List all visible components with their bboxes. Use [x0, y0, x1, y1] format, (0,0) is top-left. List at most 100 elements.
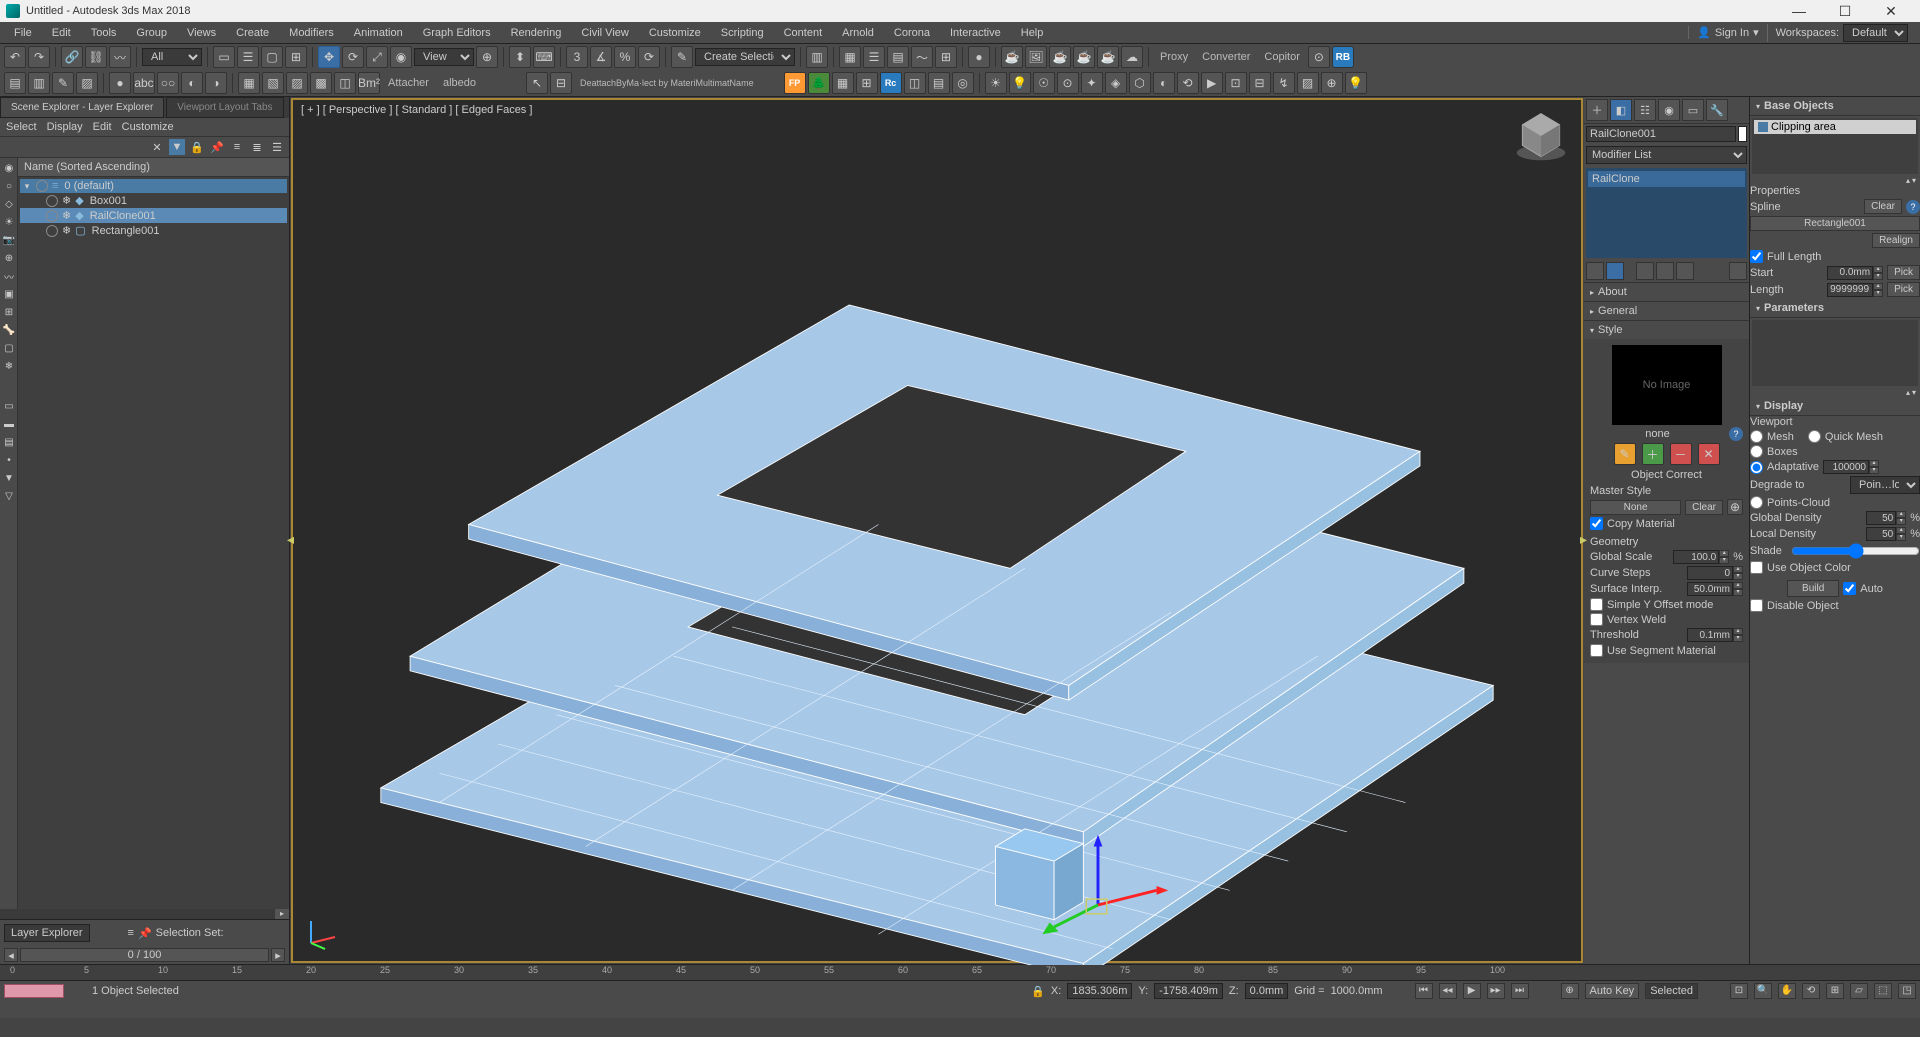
select-by-name-button[interactable]: ☰	[237, 46, 259, 68]
filter-all-icon[interactable]: ◉	[1, 160, 17, 176]
freeze-icon[interactable]: ❄	[62, 209, 71, 222]
script-tool-7[interactable]: ○○	[157, 72, 179, 94]
visibility-icon[interactable]	[36, 180, 48, 192]
light-tool-4[interactable]: ⊙	[1057, 72, 1079, 94]
visibility-icon[interactable]	[46, 225, 58, 237]
se-layer-icon-3[interactable]: ☰	[269, 139, 285, 155]
timeline-ruler[interactable]: 0510152025303540455055606570758085909510…	[0, 965, 1920, 981]
rc-tool-1[interactable]: ◫	[904, 72, 926, 94]
filter-container-icon[interactable]: ▢	[1, 340, 17, 356]
filter-light-icon[interactable]: ☀	[1, 214, 17, 230]
selection-filter-dropdown[interactable]: All	[142, 48, 202, 66]
proxy-label[interactable]: Proxy	[1154, 51, 1194, 63]
points-cloud-radio[interactable]	[1750, 496, 1763, 509]
mesh-radio[interactable]	[1750, 430, 1763, 443]
layer-manager-button[interactable]: ☰	[863, 46, 885, 68]
fp-button[interactable]: FP	[784, 72, 806, 94]
object-node-rectangle[interactable]: ❄ ▢ Rectangle001	[20, 223, 287, 238]
spline-clear-button[interactable]: Clear	[1864, 199, 1902, 214]
master-style-none-button[interactable]: None	[1590, 500, 1681, 515]
tool-extra-1-button[interactable]: ⊙	[1308, 46, 1330, 68]
menu-help[interactable]: Help	[1011, 27, 1054, 39]
script-tool-12[interactable]: ▨	[286, 72, 308, 94]
script-tool-4[interactable]: ▨	[76, 72, 98, 94]
rc-button[interactable]: Rc	[880, 72, 902, 94]
window-minimize-button[interactable]: —	[1776, 1, 1822, 21]
spline-help-button[interactable]: ?	[1906, 200, 1920, 214]
global-density-spinner[interactable]: ▴▾	[1866, 511, 1906, 525]
collapse-icon[interactable]: ▾	[22, 181, 32, 192]
converter-label[interactable]: Converter	[1196, 51, 1256, 63]
menu-civil-view[interactable]: Civil View	[571, 27, 638, 39]
rollout-style-header[interactable]: ▾Style	[1584, 321, 1749, 339]
spinner-snap-button[interactable]: ⟳	[638, 46, 660, 68]
light-tool-13[interactable]: ↯	[1273, 72, 1295, 94]
surface-interp-spinner[interactable]: ▴▾	[1687, 582, 1743, 596]
light-tool-14[interactable]: ▨	[1297, 72, 1319, 94]
min-max-viewport-button[interactable]: ⊞	[1826, 983, 1844, 999]
ref-coord-dropdown[interactable]: View	[414, 48, 474, 66]
light-tool-6[interactable]: ◈	[1105, 72, 1127, 94]
pan-button[interactable]: ✋	[1778, 983, 1796, 999]
named-selection-dropdown[interactable]: Create Selection Se	[695, 48, 795, 66]
orbit-button[interactable]: ⟲	[1802, 983, 1820, 999]
pin-stack-button[interactable]	[1586, 262, 1604, 280]
rollout-about-header[interactable]: ▸About	[1584, 283, 1749, 301]
filter-xref-icon[interactable]: ⊞	[1, 304, 17, 320]
start-spinner[interactable]: ▴▾	[1827, 266, 1883, 280]
zoom-button[interactable]: 🔍	[1754, 983, 1772, 999]
filter-group-icon[interactable]: ▣	[1, 286, 17, 302]
percent-snap-button[interactable]: %	[614, 46, 636, 68]
filter-helper-icon[interactable]: ⊕	[1, 250, 17, 266]
filter-shape-icon[interactable]: ◇	[1, 196, 17, 212]
style-edit-button[interactable]: ✎	[1614, 443, 1636, 465]
filter-misc6-icon[interactable]: ▽	[1, 488, 17, 504]
scene-explorer-tab[interactable]: Scene Explorer - Layer Explorer	[0, 97, 164, 118]
copitor-label[interactable]: Copitor	[1258, 51, 1305, 63]
menu-group[interactable]: Group	[126, 27, 177, 39]
display-header[interactable]: ▾Display	[1750, 397, 1920, 416]
rc-tool-2[interactable]: ▤	[928, 72, 950, 94]
menu-content[interactable]: Content	[774, 27, 833, 39]
rc-tool-3[interactable]: ◎	[952, 72, 974, 94]
object-name-input[interactable]	[1586, 126, 1736, 142]
se-lock-icon[interactable]: 🔒	[189, 139, 205, 155]
length-pick-button[interactable]: Pick	[1887, 282, 1920, 297]
rectangular-region-button[interactable]: ▢	[261, 46, 283, 68]
start-pick-button[interactable]: Pick	[1887, 265, 1920, 280]
filter-spacewarp-icon[interactable]: 〰	[1, 268, 17, 284]
light-tool-9[interactable]: ⟲	[1177, 72, 1199, 94]
menu-rendering[interactable]: Rendering	[501, 27, 572, 39]
adaptative-radio[interactable]	[1750, 461, 1763, 474]
degrade-to-dropdown[interactable]: Poin…loud	[1850, 476, 1920, 494]
se-menu-display[interactable]: Display	[47, 121, 83, 133]
filter-bone-icon[interactable]: 🦴	[1, 322, 17, 338]
full-length-checkbox[interactable]	[1750, 250, 1763, 263]
unlink-button[interactable]: ⛓	[85, 46, 107, 68]
modifier-list-dropdown[interactable]: Modifier List	[1586, 146, 1747, 164]
realign-button[interactable]: Realign	[1872, 233, 1920, 248]
menu-views[interactable]: Views	[177, 27, 226, 39]
spreadsheet-button[interactable]: ⊞	[856, 72, 878, 94]
undo-button[interactable]: ↶	[4, 46, 26, 68]
parameters-header[interactable]: ▾Parameters	[1750, 299, 1920, 318]
light-tool-10[interactable]: ▶	[1201, 72, 1223, 94]
curve-editor-button[interactable]: 〜	[911, 46, 933, 68]
maximize-viewport-button[interactable]: ◳	[1898, 983, 1916, 999]
viewport[interactable]: [ + ] [ Perspective ] [ Standard ] [ Edg…	[291, 98, 1583, 963]
style-delete-button[interactable]: －	[1670, 443, 1692, 465]
menu-file[interactable]: File	[4, 27, 42, 39]
select-and-rotate-button[interactable]: ⟳	[342, 46, 364, 68]
field-of-view-button[interactable]: ▱	[1850, 983, 1868, 999]
local-density-spinner[interactable]: ▴▾	[1866, 527, 1906, 541]
param-down-icon[interactable]: ▾	[1912, 388, 1916, 397]
light-tool-7[interactable]: ⬡	[1129, 72, 1151, 94]
modifier-stack[interactable]: RailClone	[1586, 168, 1747, 258]
menu-arnold[interactable]: Arnold	[832, 27, 884, 39]
time-next-button[interactable]: ▸	[271, 948, 285, 962]
base-object-clipping-area[interactable]: Clipping area	[1754, 120, 1916, 134]
modify-panel-tab[interactable]: ◧	[1610, 99, 1632, 121]
se-layer-icon-2[interactable]: ≣	[249, 139, 265, 155]
script-tool-10[interactable]: ▦	[238, 72, 260, 94]
light-tool-12[interactable]: ⊟	[1249, 72, 1271, 94]
